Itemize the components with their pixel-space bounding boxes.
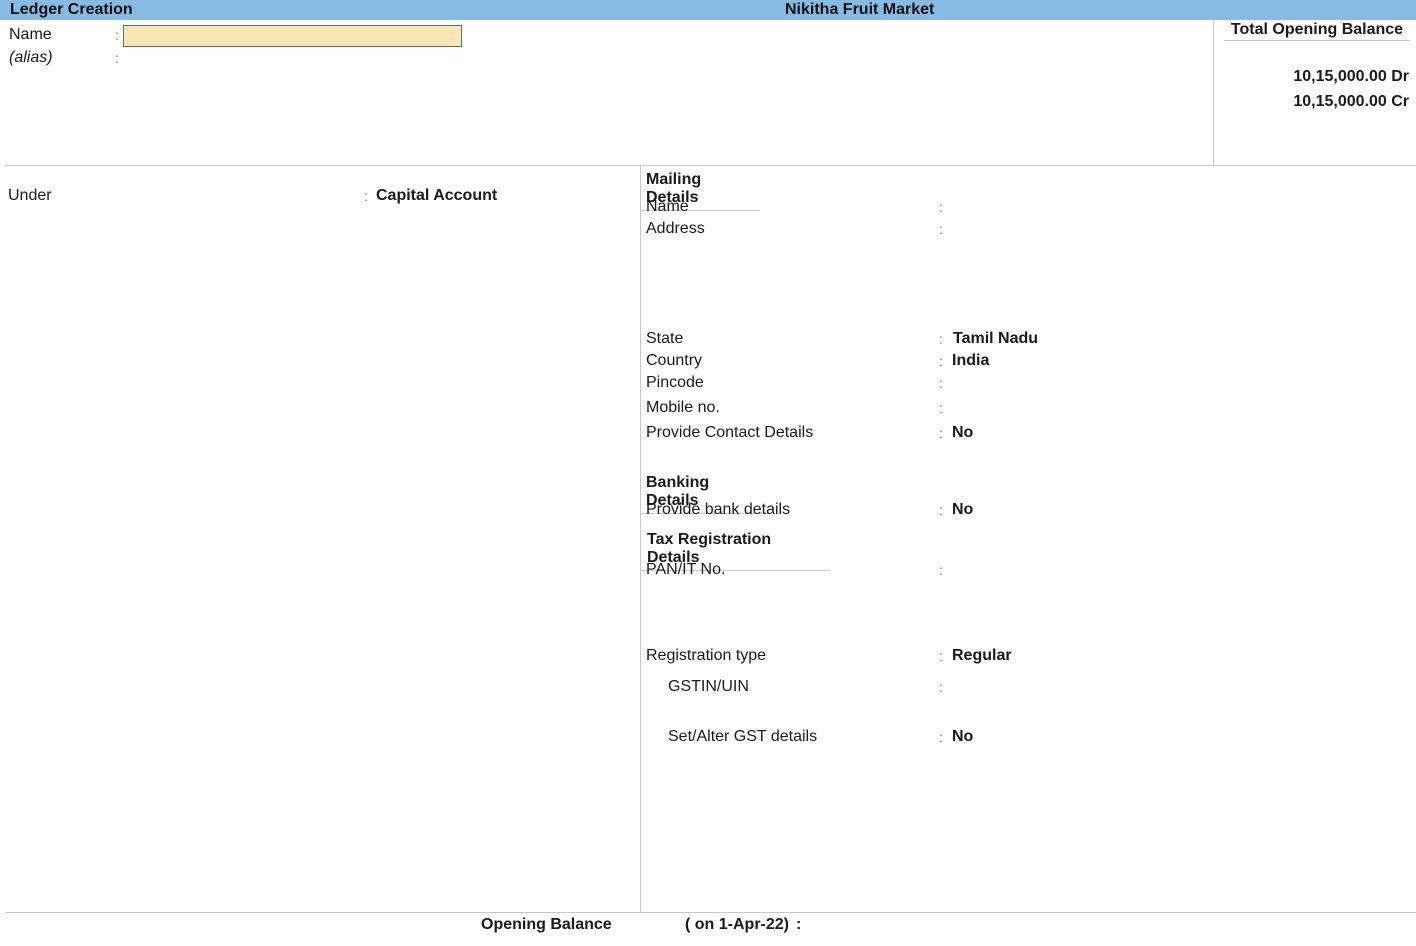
registration-type-value[interactable]: Regular	[952, 647, 1012, 665]
registration-type-label: Registration type	[646, 647, 767, 664]
total-opening-balance-title: Total Opening Balance	[1224, 20, 1410, 41]
address-colon: :	[939, 221, 943, 237]
total-credit-value: 10,15,000.00 Cr	[1293, 93, 1409, 110]
gstin-colon: :	[939, 679, 943, 695]
footer-divider	[5, 912, 1416, 913]
pincode-input[interactable]	[952, 374, 1152, 394]
country-colon: :	[939, 353, 943, 369]
company-name: Nikitha Fruit Market	[785, 1, 935, 18]
name-input[interactable]	[123, 25, 462, 47]
header-divider	[5, 165, 1416, 166]
provide-contact-details-value[interactable]: No	[952, 424, 973, 442]
total-debit-value: 10,15,000.00 Dr	[1293, 68, 1409, 85]
pan-input[interactable]	[952, 561, 1152, 581]
name-label: Name	[9, 26, 52, 43]
balance-panel-divider	[1213, 20, 1214, 165]
pan-colon: :	[939, 562, 943, 578]
name-colon: :	[115, 27, 119, 43]
gst-details-label: Set/Alter GST details	[668, 728, 818, 745]
mobile-input[interactable]	[952, 399, 1152, 419]
under-label: Under	[8, 187, 52, 204]
opening-balance-label: Opening Balance	[481, 916, 612, 933]
provide-bank-details-colon: :	[939, 502, 943, 518]
state-value[interactable]: Tamil Nadu	[953, 330, 1038, 348]
mailing-name-input[interactable]	[952, 198, 1352, 218]
country-label: Country	[646, 352, 703, 369]
mobile-colon: :	[939, 400, 943, 416]
provide-bank-details-label: Provide bank details	[646, 501, 791, 518]
registration-type-colon: :	[939, 648, 943, 664]
opening-balance-colon: :	[796, 916, 802, 933]
screen-title: Ledger Creation	[10, 1, 133, 18]
opening-balance-date: ( on 1-Apr-22)	[685, 916, 789, 933]
alias-label: (alias)	[9, 49, 53, 66]
state-label: State	[646, 330, 684, 347]
gst-details-value[interactable]: No	[952, 728, 973, 746]
under-value[interactable]: Capital Account	[376, 187, 497, 205]
provide-bank-details-value[interactable]: No	[952, 501, 973, 519]
opening-balance-input[interactable]	[810, 914, 1110, 936]
provide-contact-details-label: Provide Contact Details	[646, 424, 814, 441]
mailing-name-colon: :	[939, 199, 943, 215]
address-label: Address	[646, 220, 705, 237]
gstin-label: GSTIN/UIN	[668, 678, 749, 695]
state-colon: :	[939, 331, 943, 347]
mobile-label: Mobile no.	[646, 399, 720, 416]
gstin-input[interactable]	[952, 678, 1152, 698]
title-bar: Ledger Creation Nikitha Fruit Market	[0, 0, 1416, 20]
alias-colon: :	[115, 50, 119, 66]
gst-details-colon: :	[939, 729, 943, 745]
under-colon: :	[364, 188, 368, 204]
provide-contact-details-colon: :	[939, 425, 943, 441]
pincode-label: Pincode	[646, 374, 704, 391]
pincode-colon: :	[939, 375, 943, 391]
address-input[interactable]	[952, 220, 1352, 240]
alias-input[interactable]	[123, 48, 462, 70]
pan-label: PAN/IT No.	[646, 561, 726, 578]
mailing-name-label: Name	[646, 198, 689, 215]
country-value[interactable]: India	[952, 352, 989, 370]
